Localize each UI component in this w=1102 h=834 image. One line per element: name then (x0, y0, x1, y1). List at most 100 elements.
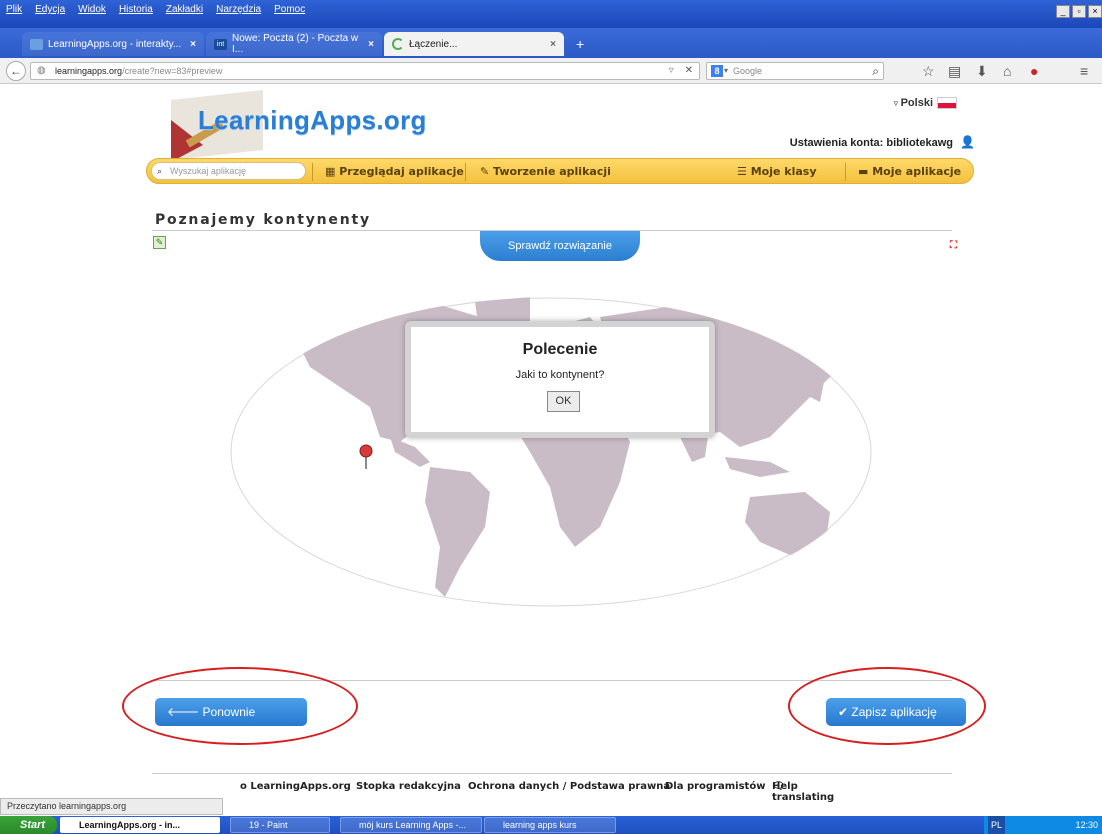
home-icon[interactable]: ⌂ (1003, 63, 1011, 79)
nav-apps-label: Moje aplikacje (872, 165, 962, 178)
bookmarks-list-icon[interactable]: ▤ (948, 63, 961, 80)
tab-close-icon[interactable]: × (368, 39, 374, 50)
language-selector[interactable]: ▿ Polski (893, 97, 957, 110)
footer-help-label: Help translating (772, 781, 835, 803)
clock: 12:30 (1075, 820, 1098, 830)
edit-app-icon[interactable]: ✎ (153, 236, 166, 249)
nav-my-classes[interactable]: ☰ Moje klasy (737, 165, 817, 178)
search-engine-name: Google (733, 66, 763, 76)
loading-spinner-icon (392, 38, 404, 50)
google-icon[interactable]: 8 (711, 65, 723, 77)
annotation-ellipse (122, 667, 358, 745)
account-label: Ustawienia konta: bibliotekawg (789, 137, 953, 149)
system-tray: PL 12:30 (984, 816, 1102, 834)
nav-my-apps[interactable]: ▬ Moje aplikacje (858, 165, 961, 178)
search-placeholder: Wyszukaj aplikację (170, 166, 246, 176)
account-settings-link[interactable]: Ustawienia konta: bibliotekawg 👤 (790, 135, 975, 149)
adblock-icon[interactable]: ● (1030, 63, 1038, 79)
url-path: /create?new=83#preview (122, 66, 223, 76)
nav-browse-apps[interactable]: ▦ Przeglądaj aplikacje (325, 165, 464, 178)
menu-hamburger-icon[interactable]: ≡ (1080, 63, 1088, 79)
triangle-down-icon: ▿ (893, 98, 901, 108)
dialog-ok-button[interactable]: OK (547, 391, 580, 412)
search-icon: ⌕ (157, 166, 163, 176)
window-controls: _ ▫ × (1056, 5, 1102, 18)
app-search-input[interactable]: ⌕ Wyszukaj aplikację (151, 162, 306, 180)
footer-about-link[interactable]: o LearningApps.org (240, 781, 351, 792)
tab-close-icon[interactable]: × (190, 39, 196, 50)
status-bar: Przeczytano learningapps.org (0, 798, 223, 815)
download-icon[interactable]: ⬇ (976, 63, 988, 80)
back-arrow-icon[interactable]: ← (6, 61, 26, 81)
footer-imprint-link[interactable]: Stopka redakcyjna (356, 781, 461, 792)
fullscreen-icon[interactable]: ⛶ (950, 240, 957, 251)
menu-help[interactable]: Pomoc (274, 4, 305, 15)
tab-loading[interactable]: Łączenie... × (384, 32, 564, 56)
tab-learningapps[interactable]: LearningApps.org - interakty... × (22, 32, 204, 56)
nav-divider (312, 163, 313, 181)
tab-label: LearningApps.org - interakty... (48, 38, 182, 50)
stop-icon[interactable]: ✕ (685, 65, 693, 76)
restore-icon[interactable]: ▫ (1072, 5, 1086, 18)
nav-divider (465, 163, 466, 181)
nav-create-app[interactable]: ✎ Tworzenie aplikacji (480, 165, 611, 178)
menu-bookmarks[interactable]: Zakładki (166, 4, 203, 15)
divider (152, 773, 952, 774)
magnifier-icon[interactable]: ⌕ (872, 64, 879, 79)
menu-history[interactable]: Historia (119, 4, 153, 15)
page-content: LearningApps.org ▿ Polski Ustawienia kon… (0, 85, 1102, 803)
dialog-text: Jaki to kontynent? (515, 369, 605, 381)
learningapps-favicon-icon (30, 38, 43, 50)
menu-edit[interactable]: Edycja (35, 4, 65, 15)
bookmark-star-icon[interactable]: ☆ (922, 63, 935, 80)
grid-icon: ▦ (325, 165, 340, 178)
close-window-icon[interactable]: × (1088, 5, 1102, 18)
chevron-down-icon: ▾ (724, 66, 729, 75)
poland-flag-icon (937, 97, 957, 110)
tab-poczta[interactable]: int Nowe: Poczta (2) - Poczta w I... × (206, 32, 382, 56)
tab-label: Łączenie... (409, 38, 458, 50)
nav-create-label: Tworzenie aplikacji (493, 165, 611, 178)
taskbar-item-word[interactable]: mój kurs Learning Apps -... (340, 817, 482, 833)
taskbar: Start LearningApps.org - in... 19 - Pain… (0, 816, 1102, 834)
menu-bar: Plik Edycja Widok Historia Zakładki Narz… (6, 4, 305, 15)
site-nav-bar: ⌕ Wyszukaj aplikację ▦ Przeglądaj aplika… (146, 158, 974, 184)
app-title: Poznajemy kontynenty (155, 212, 371, 228)
nav-divider (845, 163, 846, 181)
nav-browse-label: Przeglądaj aplikacje (339, 165, 464, 178)
menu-tools[interactable]: Narzędzia (216, 4, 261, 15)
site-logo[interactable]: LearningApps.org (198, 105, 427, 136)
url-bar[interactable]: ◍ learningapps.org/create?new=83#preview… (30, 62, 700, 80)
check-solution-button[interactable]: Sprawdź rozwiązanie (480, 231, 640, 261)
dropdown-arrow-icon[interactable]: ▿ (669, 65, 674, 76)
annotation-ellipse (788, 667, 986, 745)
start-button[interactable]: Start (0, 816, 57, 834)
footer-developers-link[interactable]: Dla programistów (665, 781, 765, 792)
folder-icon: ▬ (858, 165, 873, 178)
tab-label: Nowe: Poczta (2) - Poczta w I... (232, 33, 359, 55)
url-domain: learningapps.org (55, 66, 123, 76)
edit-icon: ✎ (480, 165, 494, 178)
user-icon: 👤 (960, 135, 975, 149)
instruction-dialog: Polecenie Jaki to kontynent? OK (405, 321, 715, 438)
list-icon: ☰ (737, 165, 751, 178)
taskbar-item-folder[interactable]: learning apps kurs (484, 817, 616, 833)
search-engine-box[interactable]: 8 ▾ Google ⌕ (706, 62, 884, 80)
language-label: Polski (900, 97, 933, 109)
menu-file[interactable]: Plik (6, 4, 22, 15)
new-tab-button[interactable]: + (568, 32, 590, 56)
tab-close-icon[interactable]: × (550, 39, 556, 50)
navigation-bar: ← ◍ learningapps.org/create?new=83#previ… (0, 58, 1102, 84)
taskbar-item-firefox[interactable]: LearningApps.org - in... (60, 817, 220, 833)
footer-privacy-link[interactable]: Ochrona danych / Podstawa prawna (468, 781, 670, 792)
minimize-icon[interactable]: _ (1056, 5, 1070, 18)
tab-strip: LearningApps.org - interakty... × int No… (0, 28, 1102, 58)
globe-icon: ◍ (37, 65, 46, 76)
taskbar-item-paint[interactable]: 19 - Paint (230, 817, 330, 833)
title-bar: Plik Edycja Widok Historia Zakładki Narz… (0, 0, 1102, 28)
language-indicator[interactable]: PL (988, 816, 1006, 834)
nav-classes-label: Moje klasy (750, 165, 817, 178)
dialog-title: Polecenie (522, 341, 598, 358)
interia-favicon-icon: int (214, 38, 227, 50)
menu-view[interactable]: Widok (78, 4, 106, 15)
